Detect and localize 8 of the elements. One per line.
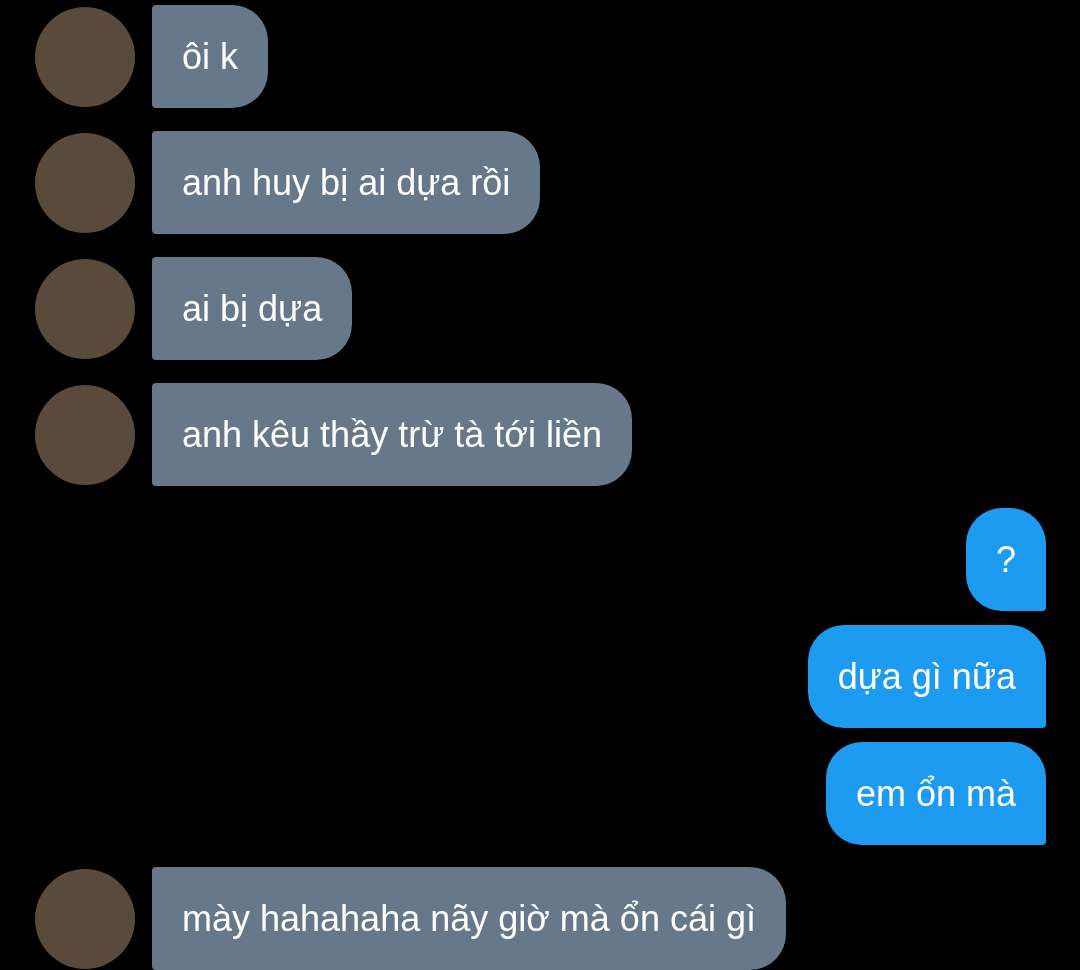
sent-message-bubble: dựa gì nữa — [807, 625, 1046, 728]
sent-message-bubble: em ổn mà — [825, 742, 1046, 845]
received-message-bubble: mày hahahaha nãy giờ mà ổn cái gì — [152, 867, 786, 970]
received-message-bubble: anh kêu thầy trừ tà tới liền — [152, 383, 632, 486]
received-message-bubble: ai bị dựa — [152, 257, 353, 360]
sent-message-bubble: ? — [965, 508, 1046, 611]
received-message-bubble: anh huy bị ai dựa rồi — [152, 131, 541, 234]
received-message-bubble: ôi k — [152, 5, 269, 108]
